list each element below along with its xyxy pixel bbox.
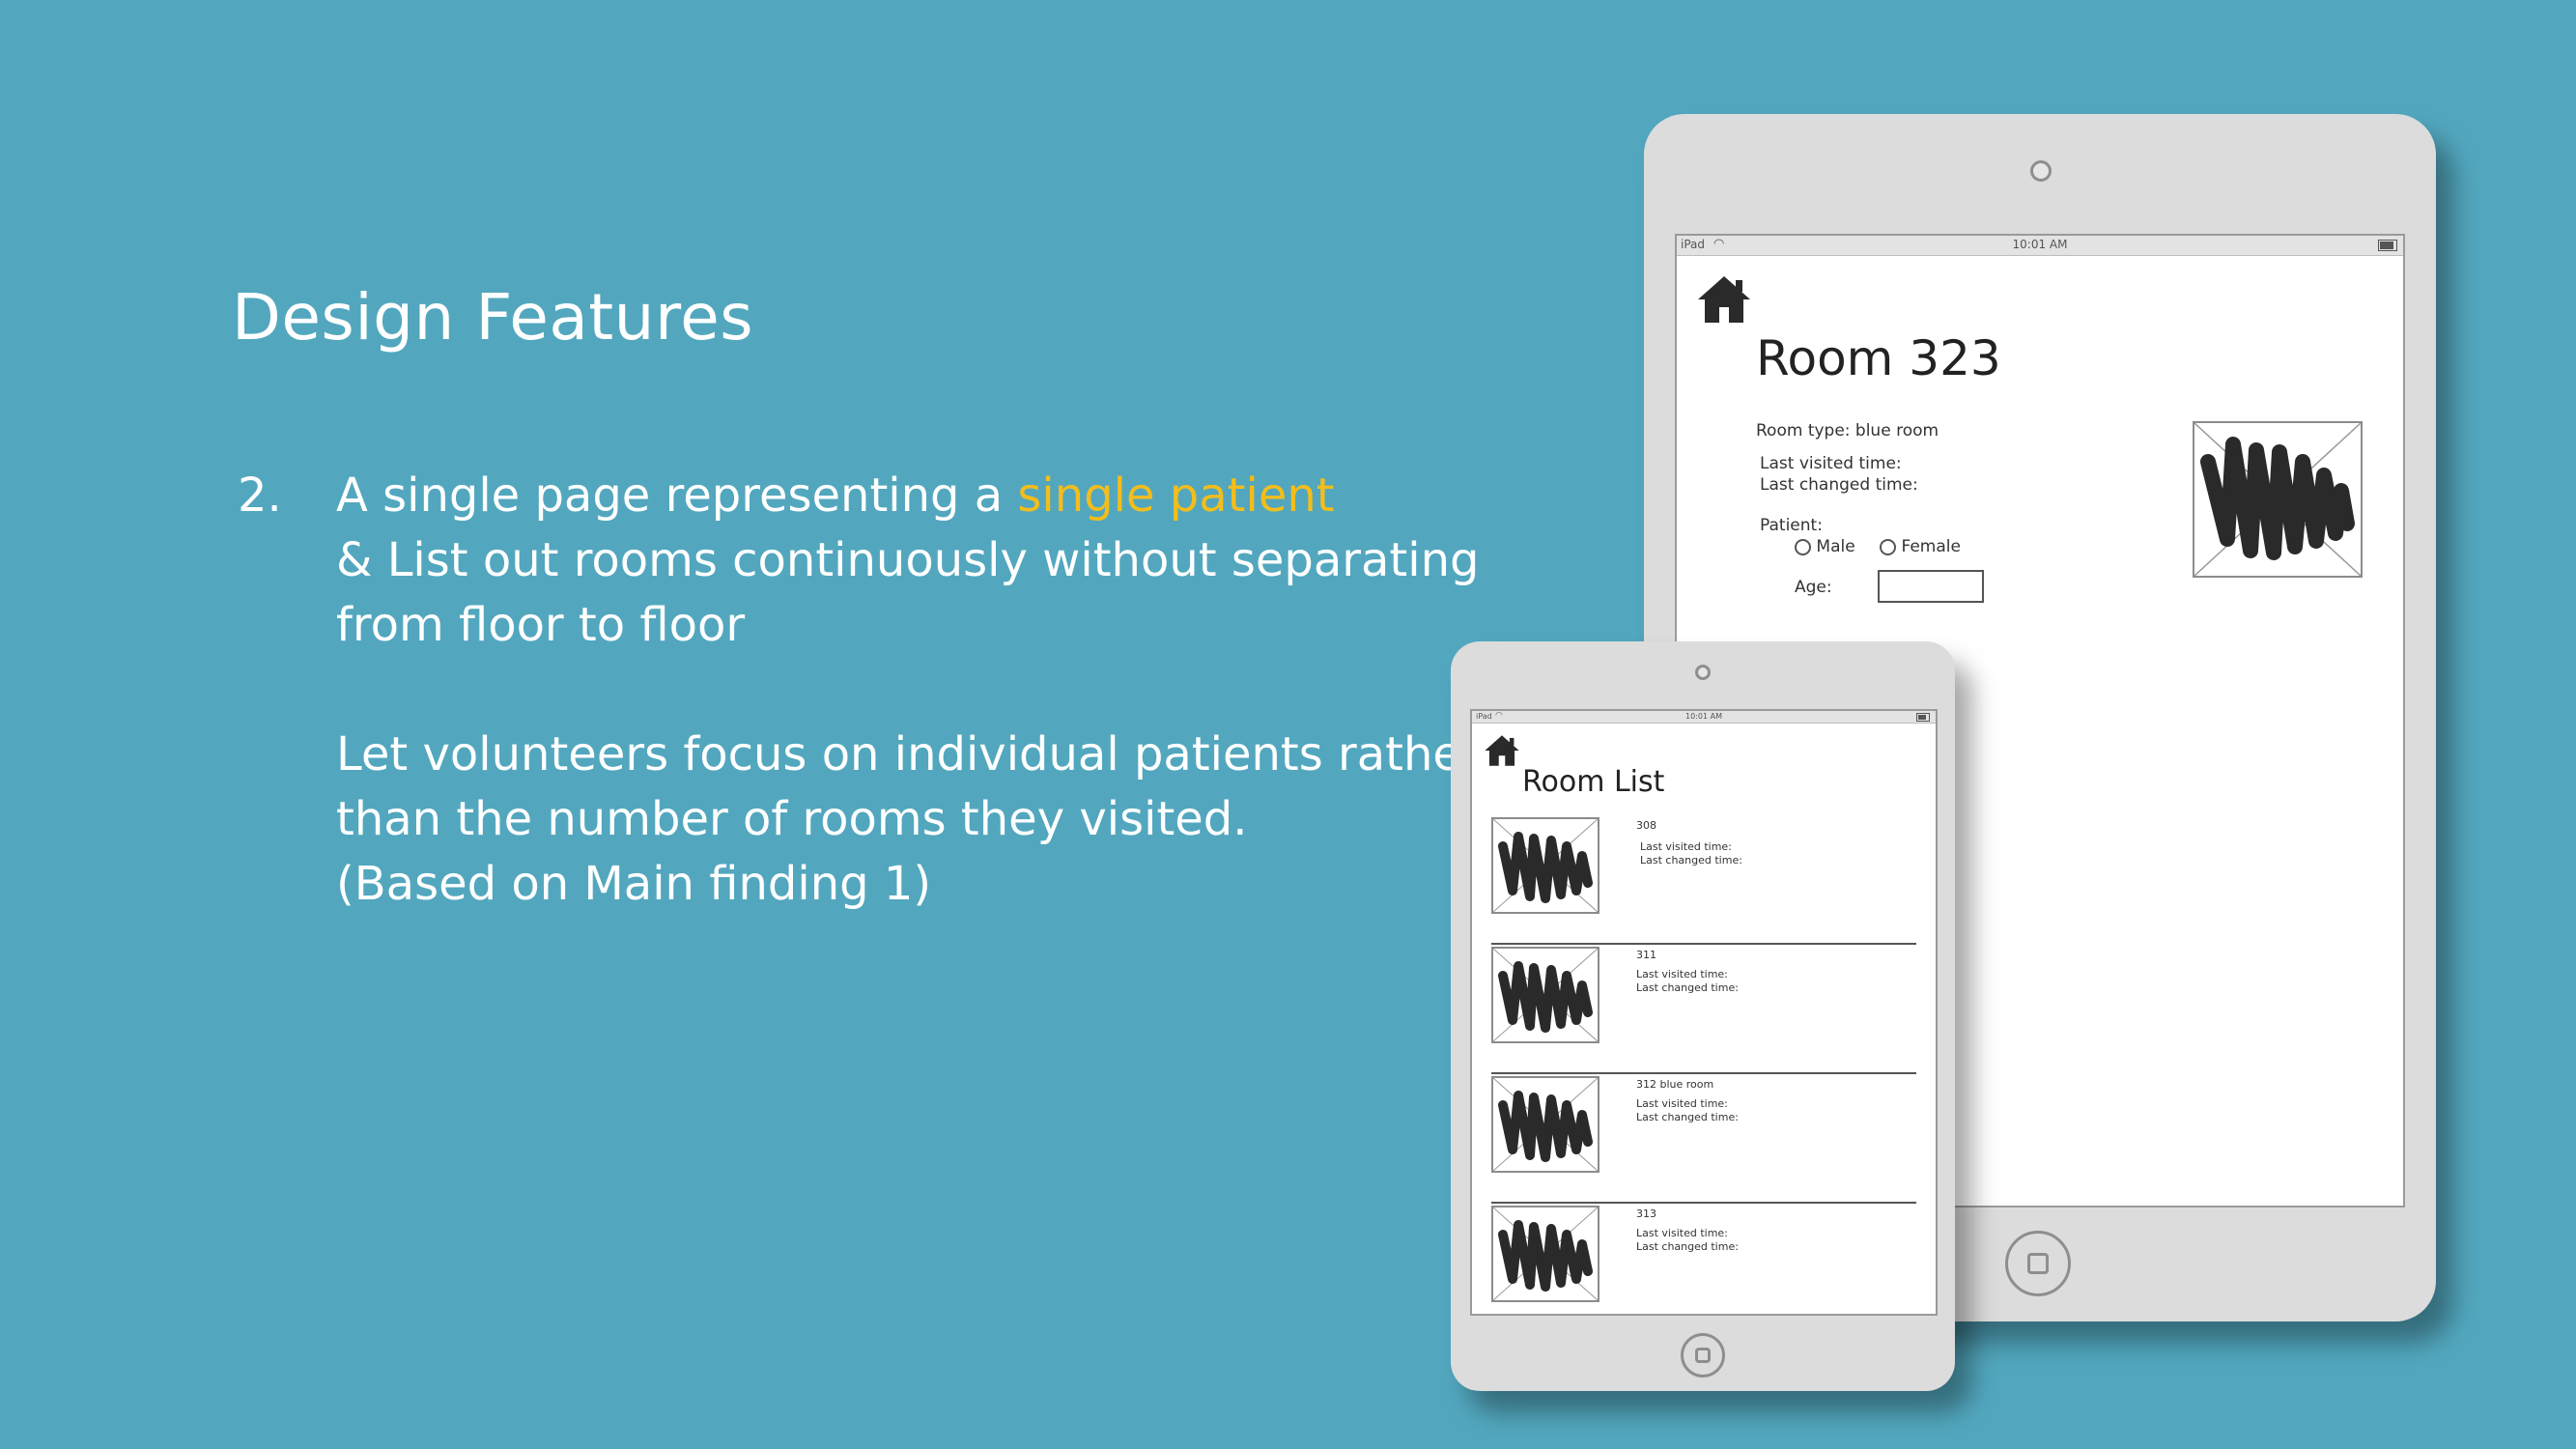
male-radio[interactable] [1795, 538, 1811, 555]
list-item-text: A single page representing a single pati… [336, 464, 1495, 917]
body-line-5: than the number of rooms they visited. [336, 792, 1248, 846]
home-button-square-icon [2027, 1253, 2049, 1274]
image-placeholder-icon [1493, 1208, 1598, 1300]
list-item[interactable]: 312 blue room Last visited time: Last ch… [1491, 1072, 1916, 1204]
image-placeholder-icon [1493, 1078, 1598, 1171]
last-visited: Last visited time: [1640, 840, 1732, 853]
home-button-square-icon [1695, 1348, 1711, 1363]
list-number: 2. [238, 469, 282, 523]
room-number: 311 [1636, 949, 1656, 961]
last-visited: Last visited time: [1636, 968, 1728, 980]
slide-title: Design Features [232, 280, 754, 355]
battery-icon [2378, 240, 2397, 251]
body-line-4: Let volunteers focus on individual patie… [336, 727, 1481, 781]
list-item[interactable]: 308 Last visited time: Last changed time… [1491, 813, 1916, 945]
room-list-title: Room List [1522, 765, 1665, 799]
status-time: 10:01 AM [1685, 712, 1722, 721]
home-button[interactable] [2005, 1231, 2071, 1296]
female-radio[interactable] [1880, 538, 1897, 555]
room-photo-placeholder [1491, 1076, 1599, 1173]
last-visited: Last visited time: [1636, 1227, 1728, 1239]
last-changed: Last changed time: [1636, 1240, 1739, 1253]
body-line-1-text: A single page representing a [336, 469, 1018, 523]
body-line-6: (Based on Main finding 1) [336, 857, 932, 911]
age-label: Age: [1795, 578, 1832, 597]
last-visited: Last visited time: [1636, 1097, 1728, 1110]
patient-label: Patient: [1760, 516, 1823, 535]
list-item[interactable]: 311 Last visited time: Last changed time… [1491, 943, 1916, 1074]
house-icon[interactable] [1696, 274, 1752, 325]
image-placeholder-icon [1493, 949, 1598, 1041]
image-placeholder-icon [1493, 819, 1598, 912]
room-type: Room type: blue room [1756, 421, 1939, 440]
camera-icon [1695, 665, 1711, 680]
image-placeholder-icon [2194, 423, 2361, 576]
status-bar: iPad ◠ 10:01 AM [1677, 236, 2403, 256]
battery-icon [1916, 713, 1930, 722]
last-changed: Last changed time: [1636, 981, 1739, 994]
room-number: 308 [1636, 819, 1656, 832]
room-photo-placeholder [1491, 1206, 1599, 1302]
highlight-text: single patient [1017, 469, 1335, 523]
last-changed: Last changed time: [1640, 854, 1742, 867]
tablet-room-list: iPad ◠ 10:01 AM Room List 308 Last visit… [1451, 641, 1955, 1391]
last-visited: Last visited time: [1760, 454, 1902, 473]
camera-icon [2030, 160, 2052, 182]
male-label: Male [1816, 537, 1855, 556]
body-line-1: A single page representing a single pati… [336, 464, 1495, 528]
room-photo-placeholder [1491, 947, 1599, 1043]
room-list-screen: iPad ◠ 10:01 AM Room List 308 Last visit… [1470, 709, 1938, 1316]
home-button[interactable] [1681, 1333, 1725, 1378]
last-changed: Last changed time: [1636, 1111, 1739, 1123]
patient-photo-placeholder [2193, 421, 2363, 578]
body-line-2: & List out rooms continuously without se… [336, 533, 1480, 587]
female-label: Female [1901, 537, 1961, 556]
status-time: 10:01 AM [2012, 238, 2068, 251]
room-title: Room 323 [1756, 330, 2001, 386]
list-item[interactable]: 313 Last visited time: Last changed time… [1491, 1202, 1916, 1314]
room-number: 312 blue room [1636, 1078, 1714, 1091]
age-input[interactable] [1878, 570, 1984, 603]
room-number: 313 [1636, 1208, 1656, 1220]
house-icon[interactable] [1484, 734, 1520, 767]
gender-radio-group[interactable]: Male Female [1795, 537, 1961, 556]
body-line-3: from floor to floor [336, 598, 746, 652]
last-changed: Last changed time: [1760, 475, 1918, 495]
room-photo-placeholder [1491, 817, 1599, 914]
status-bar: iPad ◠ 10:01 AM [1472, 711, 1936, 724]
